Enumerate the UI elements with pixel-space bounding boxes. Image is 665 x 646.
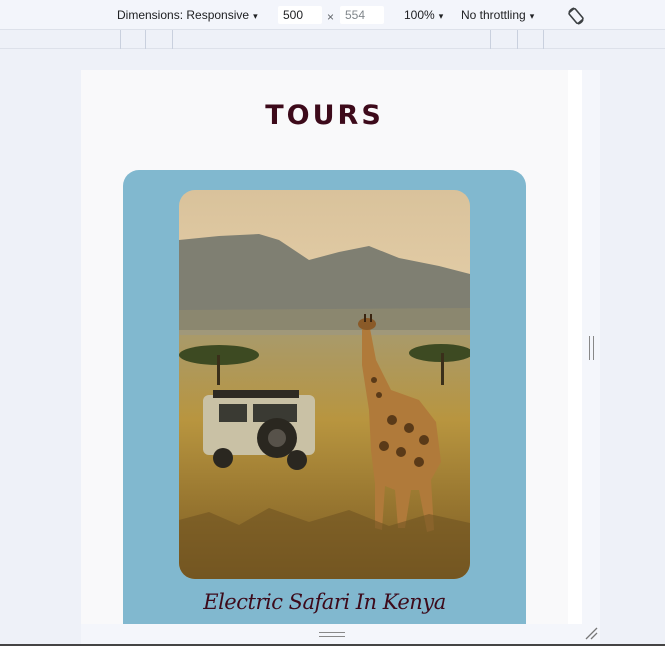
dimensions-label: Dimensions: Responsive	[117, 8, 250, 22]
ruler-tick	[517, 30, 518, 49]
chevron-down-icon: ▾	[529, 11, 535, 21]
rotate-icon[interactable]	[566, 6, 586, 26]
ruler-tick	[145, 30, 146, 49]
resize-corner-icon[interactable]	[584, 626, 598, 640]
card-caption: Electric Safari In Kenya	[203, 590, 446, 614]
zoom-label: 100%	[404, 8, 435, 22]
width-input[interactable]: 500	[278, 6, 322, 24]
tour-image[interactable]	[179, 190, 470, 579]
giraffe-safari-photo	[179, 190, 470, 579]
throttling-label: No throttling	[461, 8, 526, 22]
ruler-tick	[543, 30, 544, 49]
chevron-down-icon: ▾	[253, 11, 258, 21]
ruler-tick	[172, 30, 173, 49]
tour-card[interactable]: Electric Safari In Kenya	[123, 170, 526, 624]
ruler-tick	[120, 30, 121, 49]
throttling-dropdown[interactable]: No throttling ▾	[461, 8, 534, 22]
media-query-ruler[interactable]	[0, 30, 665, 49]
page-title: TOURS	[265, 100, 384, 131]
chevron-down-icon: ▾	[438, 11, 444, 21]
ruler-tick	[490, 30, 491, 49]
zoom-dropdown[interactable]: 100% ▾	[404, 8, 443, 22]
dimensions-dropdown[interactable]: Dimensions: Responsive ▾	[117, 8, 258, 22]
viewport-scroll-rail	[568, 70, 582, 624]
resize-handle-bottom[interactable]	[319, 632, 345, 637]
height-input[interactable]: 554	[340, 6, 384, 24]
device-viewport: TOURS Electric Safari In Kenya	[81, 70, 568, 624]
times-symbol: ×	[327, 10, 335, 24]
resize-handle-right[interactable]	[589, 336, 594, 360]
devtools-device-toolbar: Dimensions: Responsive ▾ 500 × 554 100% ▾ …	[0, 0, 665, 30]
